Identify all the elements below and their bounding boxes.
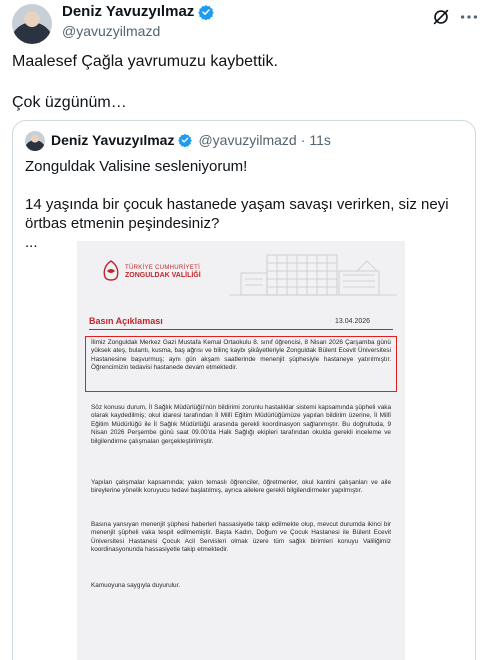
quote-author-avatar[interactable] <box>25 131 45 151</box>
doc-date: 13.04.2026 <box>335 318 371 325</box>
doc-org-line-1: TÜRKİYE CUMHURİYETİ <box>125 265 201 271</box>
quote-line-1: Zonguldak Valisine sesleniyorum! <box>25 158 248 175</box>
doc-paragraph-3: Yapılan çalışmalar kapsamında; yakın tem… <box>91 479 391 495</box>
quote-line-2: 14 yaşında bir çocuk hastanede yaşam sav… <box>25 196 449 232</box>
doc-paragraph-4: Basına yansıyan menenjit şüphesi haberle… <box>91 521 391 554</box>
ministry-logo-icon <box>103 260 119 281</box>
doc-title: Basın Açıklaması <box>89 316 163 326</box>
press-release-image[interactable]: TÜRKİYE CUMHURİYETİ ZONGULDAK VALİLİĞİ B… <box>77 241 405 660</box>
verified-badge-icon <box>178 133 193 147</box>
more-options-icon[interactable] <box>458 6 480 28</box>
author-name-row: Deniz Yavuzyılmaz <box>62 3 215 20</box>
government-building-icon <box>229 254 397 296</box>
quote-header: Deniz Yavuzyılmaz @yavuzyilmazd · 11s <box>51 132 331 148</box>
author-avatar[interactable] <box>12 4 52 44</box>
doc-org-line-2: ZONGULDAK VALİLİĞİ <box>125 272 201 279</box>
tweet-text: Maalesef Çağla yavrumuzu kaybettik. Çok … <box>12 52 476 113</box>
quote-separator: · <box>300 132 306 148</box>
author-handle[interactable]: @yavuzyilmazd <box>62 23 160 39</box>
doc-paragraph-5: Kamuoyuna saygıyla duyurulur. <box>91 582 181 589</box>
tweet-header: Deniz Yavuzyılmaz @yavuzyilmazd <box>0 0 488 48</box>
quote-timestamp[interactable]: 11s <box>309 132 331 148</box>
quoted-tweet[interactable]: Deniz Yavuzyılmaz @yavuzyilmazd · 11s Zo… <box>12 120 476 660</box>
quote-author-name[interactable]: Deniz Yavuzyılmaz <box>51 132 174 148</box>
quote-text: Zonguldak Valisine sesleniyorum! 14 yaşı… <box>25 157 465 252</box>
tweet-line-2: Çok üzgünüm… <box>12 94 127 111</box>
doc-divider <box>89 329 393 330</box>
tweet-line-1: Maalesef Çağla yavrumuzu kaybettik. <box>12 53 278 70</box>
grok-slash-icon[interactable] <box>430 6 452 28</box>
author-name[interactable]: Deniz Yavuzyılmaz <box>62 3 194 20</box>
verified-badge-icon <box>198 4 215 20</box>
quote-author-handle[interactable]: @yavuzyilmazd <box>198 132 296 148</box>
doc-paragraph-2: Söz konusu durum, İl Sağlık Müdürlüğü'nü… <box>91 404 391 445</box>
doc-paragraph-1: İlimiz Zonguldak Merkez Gazi Mustafa Kem… <box>91 339 391 372</box>
